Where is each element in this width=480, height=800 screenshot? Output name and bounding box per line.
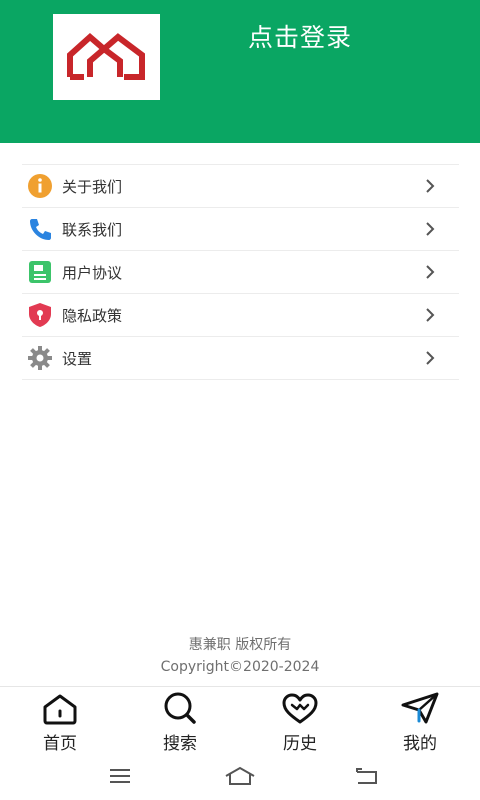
menu-item-settings[interactable]: 设置 — [22, 337, 459, 380]
chevron-right-icon — [426, 351, 435, 365]
tab-label: 首页 — [43, 734, 77, 754]
app-logo — [53, 14, 160, 100]
tab-label: 我的 — [403, 734, 437, 754]
menu-item-user-agreement[interactable]: 用户协议 — [22, 251, 459, 294]
house-logo-icon — [66, 33, 145, 80]
back-icon[interactable] — [354, 766, 380, 786]
login-button[interactable]: 点击登录 — [248, 18, 352, 54]
menu-item-label: 隐私政策 — [62, 306, 123, 325]
tab-history[interactable]: 历史 — [260, 687, 340, 754]
chevron-right-icon — [426, 308, 435, 322]
info-icon — [26, 172, 54, 200]
document-icon — [26, 258, 54, 286]
copyright-footer: 惠兼职 版权所有 Copyright©2020-2024 — [0, 634, 480, 678]
heart-icon — [282, 693, 318, 724]
home-outline-icon[interactable] — [224, 766, 256, 786]
tab-mine[interactable]: 我的 — [380, 687, 460, 754]
paper-plane-icon — [401, 692, 439, 724]
chevron-right-icon — [426, 179, 435, 193]
system-navigation-bar — [0, 752, 480, 800]
menu-item-label: 用户协议 — [62, 263, 123, 282]
tab-search[interactable]: 搜索 — [140, 687, 220, 754]
menu-item-privacy-policy[interactable]: 隐私政策 — [22, 294, 459, 337]
bottom-tab-bar: 首页 搜索 历史 我的 — [0, 686, 480, 754]
tab-label: 搜索 — [163, 734, 197, 754]
home-icon — [43, 694, 77, 725]
chevron-right-icon — [426, 222, 435, 236]
search-icon — [164, 692, 196, 724]
menu-icon[interactable] — [108, 766, 132, 786]
menu-item-label: 设置 — [62, 349, 93, 368]
phone-icon — [26, 215, 54, 243]
menu-item-label: 关于我们 — [62, 177, 123, 196]
settings-menu: 关于我们 联系我们 用户协议 隐私政策 设置 — [22, 164, 459, 380]
menu-item-label: 联系我们 — [62, 220, 123, 239]
gear-icon — [26, 344, 54, 372]
tab-home[interactable]: 首页 — [20, 687, 100, 754]
copyright-owner: 惠兼职 版权所有 — [188, 637, 292, 653]
shield-lock-icon — [26, 301, 54, 329]
menu-item-about-us[interactable]: 关于我们 — [22, 165, 459, 208]
copyright-years: Copyright©2020-2024 — [160, 659, 320, 675]
menu-item-contact-us[interactable]: 联系我们 — [22, 208, 459, 251]
tab-label: 历史 — [283, 734, 317, 754]
profile-header: 点击登录 — [0, 0, 480, 143]
chevron-right-icon — [426, 265, 435, 279]
